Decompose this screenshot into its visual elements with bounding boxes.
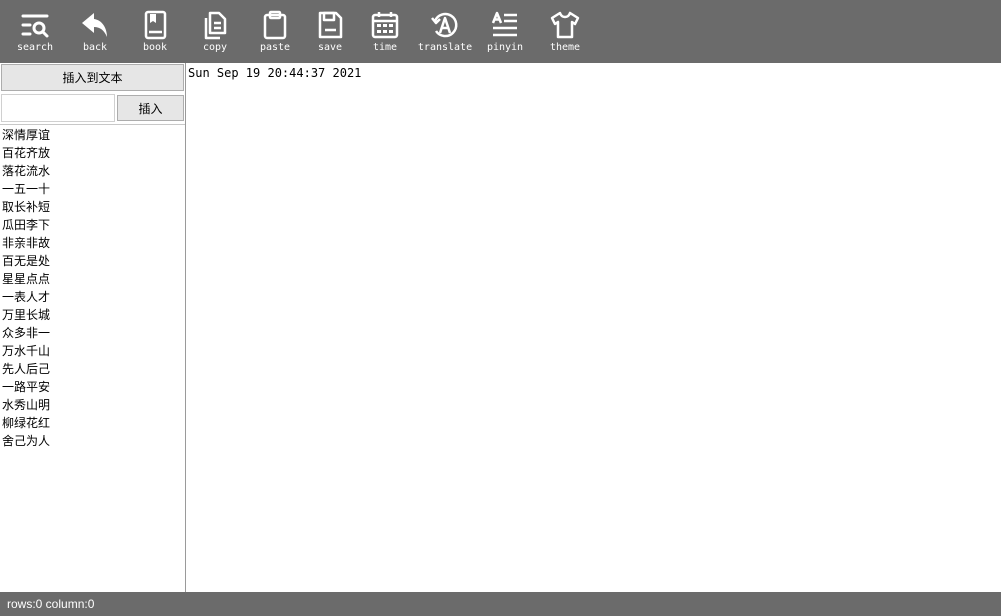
back-button[interactable]: back: [65, 0, 125, 63]
translate-label: translate: [417, 42, 473, 53]
time-label: time: [372, 42, 398, 53]
search-label: search: [16, 42, 54, 53]
translate-button[interactable]: translate: [415, 0, 475, 63]
list-item[interactable]: 星星点点: [0, 270, 185, 288]
list-item[interactable]: 瓜田李下: [0, 216, 185, 234]
list-item[interactable]: 百花齐放: [0, 144, 185, 162]
list-item[interactable]: 水秀山明: [0, 396, 185, 414]
list-item[interactable]: 非亲非故: [0, 234, 185, 252]
word-list[interactable]: 深情厚谊 百花齐放 落花流水 一五一十 取长补短 瓜田李下 非亲非故 百无是处 …: [0, 124, 185, 591]
save-button[interactable]: save: [300, 0, 360, 63]
list-item[interactable]: 落花流水: [0, 162, 185, 180]
list-item[interactable]: 众多非一: [0, 324, 185, 342]
word-sidebar: 插入到文本 插入 深情厚谊 百花齐放 落花流水 一五一十 取长补短 瓜田李下 非…: [0, 63, 186, 592]
paste-label: paste: [259, 42, 291, 53]
list-item[interactable]: 一表人才: [0, 288, 185, 306]
list-item[interactable]: 舍己为人: [0, 432, 185, 450]
editor-content[interactable]: Sun Sep 19 20:44:37 2021: [188, 66, 361, 80]
book-button[interactable]: book: [125, 0, 185, 63]
book-label: book: [142, 42, 168, 53]
list-item[interactable]: 万里长城: [0, 306, 185, 324]
copy-icon: [204, 11, 227, 40]
list-item[interactable]: 一路平安: [0, 378, 185, 396]
book-icon: [144, 10, 167, 40]
list-item[interactable]: 万水千山: [0, 342, 185, 360]
shirt-icon: [550, 11, 580, 39]
copy-label: copy: [202, 42, 228, 53]
save-icon: [318, 11, 343, 39]
toolbar: search back book copy paste save time tr…: [0, 0, 1001, 63]
list-item[interactable]: 百无是处: [0, 252, 185, 270]
back-arrow-icon: [82, 13, 107, 37]
pinyin-icon: [491, 11, 517, 37]
theme-label: theme: [549, 42, 581, 53]
back-label: back: [82, 42, 108, 53]
status-text: rows:0 column:0: [7, 597, 95, 611]
theme-button[interactable]: theme: [535, 0, 595, 63]
calendar-icon: [371, 12, 399, 39]
list-item[interactable]: 深情厚谊: [0, 126, 185, 144]
insert-to-text-button[interactable]: 插入到文本: [1, 64, 184, 91]
paste-icon: [263, 10, 287, 40]
list-item[interactable]: 取长补短: [0, 198, 185, 216]
paste-button[interactable]: paste: [245, 0, 305, 63]
list-item[interactable]: 柳绿花红: [0, 414, 185, 432]
pinyin-button[interactable]: pinyin: [475, 0, 535, 63]
save-label: save: [317, 42, 343, 53]
search-button[interactable]: search: [5, 0, 65, 63]
copy-button[interactable]: copy: [185, 0, 245, 63]
text-editor[interactable]: Sun Sep 19 20:44:37 2021: [186, 63, 1001, 592]
status-bar: rows:0 column:0: [0, 592, 1001, 616]
list-item[interactable]: 先人后己: [0, 360, 185, 378]
pinyin-label: pinyin: [486, 42, 524, 53]
word-input[interactable]: [1, 94, 115, 122]
translate-icon: [431, 12, 458, 38]
time-button[interactable]: time: [355, 0, 415, 63]
insert-button[interactable]: 插入: [117, 95, 184, 121]
search-icon: [21, 14, 49, 38]
list-item[interactable]: 一五一十: [0, 180, 185, 198]
